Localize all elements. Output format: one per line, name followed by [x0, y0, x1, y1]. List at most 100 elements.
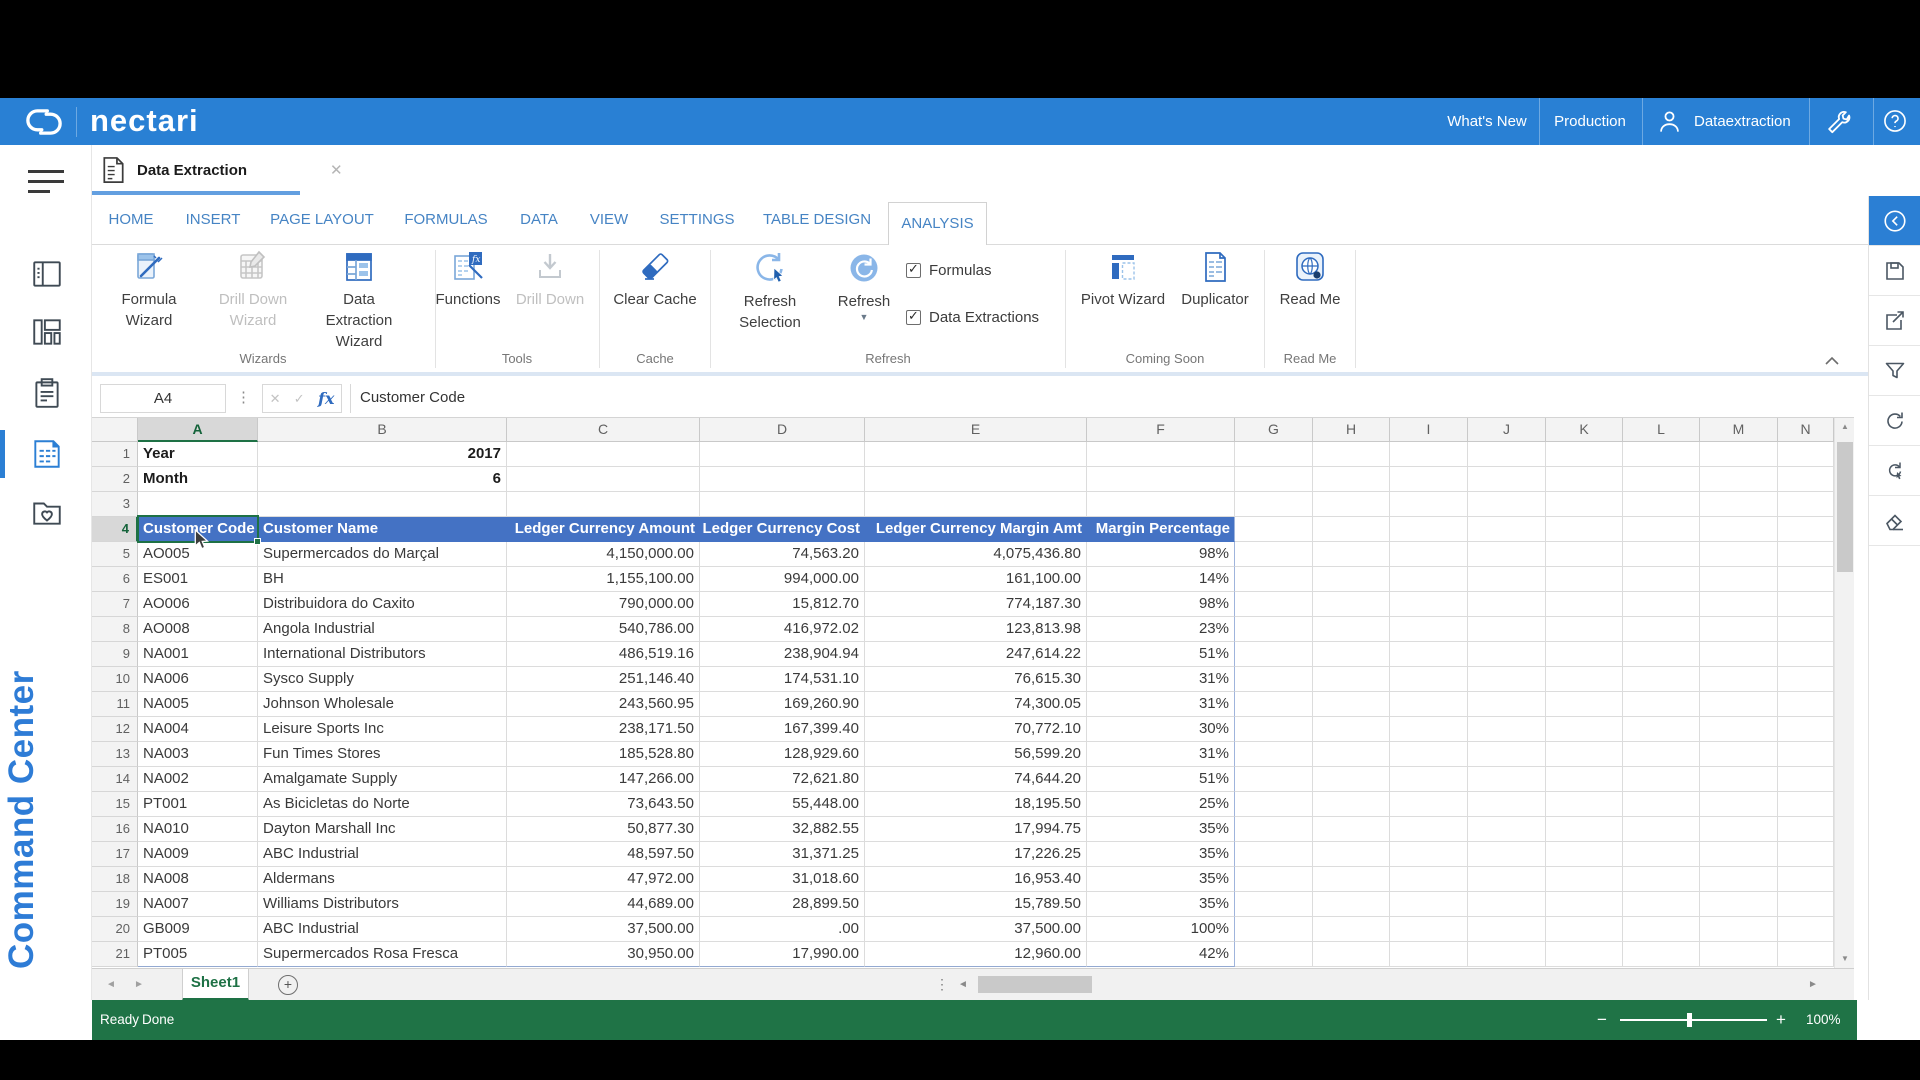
cell-L10[interactable] [1623, 667, 1700, 692]
cell-A4[interactable]: Customer Code [138, 517, 258, 542]
row-header-4[interactable]: 4 [92, 517, 138, 542]
cell-N6[interactable] [1778, 567, 1834, 592]
cell-M7[interactable] [1700, 592, 1778, 617]
refresh-icon[interactable] [1869, 396, 1920, 446]
column-header-M[interactable]: M [1700, 418, 1778, 442]
cell-K3[interactable] [1546, 492, 1623, 517]
tab-scrollbar-divider-icon[interactable]: ⋮ [935, 969, 949, 1001]
cell-K16[interactable] [1546, 817, 1623, 842]
cell-G17[interactable] [1235, 842, 1313, 867]
menu-icon[interactable] [28, 170, 64, 193]
cell-N10[interactable] [1778, 667, 1834, 692]
cell-F3[interactable] [1087, 492, 1235, 517]
wrench-icon[interactable] [1826, 108, 1853, 140]
cell-B7[interactable]: Distribuidora do Caxito [258, 592, 507, 617]
cell-E6[interactable]: 161,100.00 [865, 567, 1087, 592]
cell-I12[interactable] [1390, 717, 1468, 742]
cell-G8[interactable] [1235, 617, 1313, 642]
cell-B18[interactable]: Aldermans [258, 867, 507, 892]
cell-F9[interactable]: 51% [1087, 642, 1235, 667]
cell-L14[interactable] [1623, 767, 1700, 792]
cell-J2[interactable] [1468, 467, 1546, 492]
row-header-3[interactable]: 3 [92, 492, 138, 517]
cell-B13[interactable]: Fun Times Stores [258, 742, 507, 767]
cell-L8[interactable] [1623, 617, 1700, 642]
row-header-6[interactable]: 6 [92, 567, 138, 592]
tab-view[interactable]: VIEW [590, 196, 628, 244]
cell-F1[interactable] [1087, 442, 1235, 467]
cell-E7[interactable]: 774,187.30 [865, 592, 1087, 617]
read-me-button[interactable]: Read Me [1265, 247, 1355, 310]
cell-F5[interactable]: 98% [1087, 542, 1235, 567]
fill-handle[interactable] [254, 538, 261, 545]
cell-B8[interactable]: Angola Industrial [258, 617, 507, 642]
cell-C14[interactable]: 147,266.00 [507, 767, 700, 792]
cell-E10[interactable]: 76,615.30 [865, 667, 1087, 692]
cell-F20[interactable]: 100% [1087, 917, 1235, 942]
tab-settings[interactable]: SETTINGS [659, 196, 734, 244]
sheet-prev-icon[interactable]: ◄ [106, 969, 116, 1001]
cell-K9[interactable] [1546, 642, 1623, 667]
vertical-scrollbar[interactable]: ▲ ▼ [1834, 418, 1854, 968]
cell-C15[interactable]: 73,643.50 [507, 792, 700, 817]
cell-M10[interactable] [1700, 667, 1778, 692]
row-header-12[interactable]: 12 [92, 717, 138, 742]
cell-D3[interactable] [700, 492, 865, 517]
cell-I5[interactable] [1390, 542, 1468, 567]
cell-I3[interactable] [1390, 492, 1468, 517]
cell-G14[interactable] [1235, 767, 1313, 792]
cell-B14[interactable]: Amalgamate Supply [258, 767, 507, 792]
cell-F19[interactable]: 35% [1087, 892, 1235, 917]
cell-N2[interactable] [1778, 467, 1834, 492]
share-icon[interactable] [1869, 296, 1920, 346]
zoom-slider-thumb[interactable] [1687, 1013, 1692, 1027]
cell-K8[interactable] [1546, 617, 1623, 642]
cell-E19[interactable]: 15,789.50 [865, 892, 1087, 917]
refresh-dropdown-icon[interactable]: ▼ [819, 312, 909, 322]
cell-K7[interactable] [1546, 592, 1623, 617]
cell-L21[interactable] [1623, 942, 1700, 967]
data-extraction-wizard-button[interactable]: Data Extraction Wizard [304, 247, 414, 352]
refresh-button[interactable]: Refresh ▼ [819, 247, 909, 322]
data-extractions-checkbox[interactable]: Data Extractions [906, 309, 1039, 326]
cell-A1[interactable]: Year [138, 442, 258, 467]
cell-C6[interactable]: 1,155,100.00 [507, 567, 700, 592]
cell-B19[interactable]: Williams Distributors [258, 892, 507, 917]
cell-K6[interactable] [1546, 567, 1623, 592]
cell-G7[interactable] [1235, 592, 1313, 617]
cell-K10[interactable] [1546, 667, 1623, 692]
cell-M18[interactable] [1700, 867, 1778, 892]
help-icon[interactable] [1882, 108, 1908, 139]
document-tab-title[interactable]: Data Extraction [137, 145, 247, 196]
cell-I8[interactable] [1390, 617, 1468, 642]
horizontal-scrollbar-thumb[interactable] [978, 976, 1092, 993]
cell-I2[interactable] [1390, 467, 1468, 492]
cell-B4[interactable]: Customer Name [258, 517, 507, 542]
cell-F12[interactable]: 30% [1087, 717, 1235, 742]
refresh-selection-button[interactable]: Refresh Selection [715, 247, 825, 333]
cell-I7[interactable] [1390, 592, 1468, 617]
column-header-G[interactable]: G [1235, 418, 1313, 442]
row-header-11[interactable]: 11 [92, 692, 138, 717]
cell-B17[interactable]: ABC Industrial [258, 842, 507, 867]
cell-E5[interactable]: 4,075,436.80 [865, 542, 1087, 567]
sheet-next-icon[interactable]: ► [134, 969, 144, 1001]
cell-E3[interactable] [865, 492, 1087, 517]
cell-E11[interactable]: 74,300.05 [865, 692, 1087, 717]
cell-L3[interactable] [1623, 492, 1700, 517]
cell-N11[interactable] [1778, 692, 1834, 717]
cell-J17[interactable] [1468, 842, 1546, 867]
clipboard-icon[interactable] [30, 376, 64, 410]
row-header-9[interactable]: 9 [92, 642, 138, 667]
cell-C11[interactable]: 243,560.95 [507, 692, 700, 717]
cell-J19[interactable] [1468, 892, 1546, 917]
cell-J13[interactable] [1468, 742, 1546, 767]
cell-M2[interactable] [1700, 467, 1778, 492]
cell-F15[interactable]: 25% [1087, 792, 1235, 817]
cell-E14[interactable]: 74,644.20 [865, 767, 1087, 792]
cell-M3[interactable] [1700, 492, 1778, 517]
cell-H21[interactable] [1313, 942, 1390, 967]
row-header-10[interactable]: 10 [92, 667, 138, 692]
cell-B21[interactable]: Supermercados Rosa Fresca [258, 942, 507, 967]
select-all-corner[interactable] [92, 418, 138, 442]
